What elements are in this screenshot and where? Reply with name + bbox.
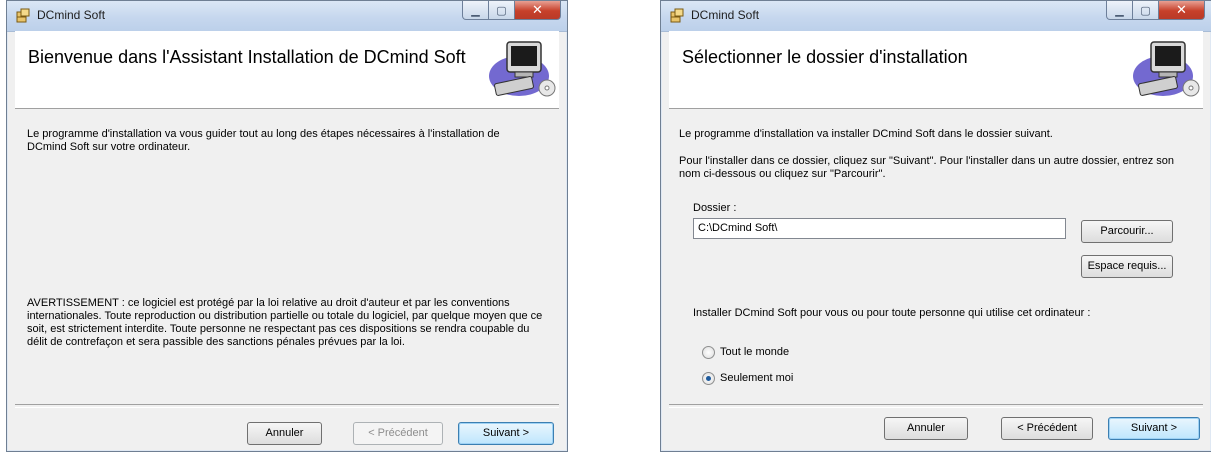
copyright-warning: AVERTISSEMENT : ce logiciel est protégé … [27,297,543,348]
minimize-button[interactable]: ▁ [462,1,489,20]
radio-just-me[interactable] [702,372,715,385]
page-title: Sélectionner le dossier d'installation [682,47,968,67]
close-icon: ✕ [532,2,543,17]
next-button[interactable]: Suivant > [458,422,554,445]
footer-divider [669,404,1203,408]
close-icon: ✕ [1176,2,1187,17]
close-button[interactable]: ✕ [515,1,561,20]
computer-setup-icon [1133,41,1200,97]
back-button[interactable]: < Précédent [1001,417,1093,440]
maximize-button[interactable]: ▢ [1133,1,1159,20]
install-for-label: Installer DCmind Soft pour vous ou pour … [693,307,1091,319]
intro-text: Le programme d'installation va vous guid… [27,128,500,153]
close-button[interactable]: ✕ [1159,1,1205,20]
folder-path-input[interactable]: C:\DCmind Soft\ [693,218,1066,239]
maximize-button[interactable]: ▢ [489,1,515,20]
welcome-dialog: DCmind Soft ▁ ▢ ✕ Bienvenue dans l'Assis… [6,0,568,452]
intro-text: Le programme d'installation va installer… [679,128,1053,140]
title-bar[interactable]: DCmind Soft ▁ ▢ ✕ [7,1,567,32]
install-folder-dialog: DCmind Soft ▁ ▢ ✕ Sélectionner le dossie… [660,0,1211,452]
radio-just-me-label[interactable]: Seulement moi [720,372,793,385]
cancel-button[interactable]: Annuler [884,417,968,440]
radio-everyone-label[interactable]: Tout le monde [720,346,789,359]
maximize-icon: ▢ [1140,4,1151,17]
cancel-button[interactable]: Annuler [247,422,322,445]
header-banner: Sélectionner le dossier d'installation [669,31,1203,109]
maximize-icon: ▢ [496,4,507,17]
minimize-button[interactable]: ▁ [1106,1,1133,20]
title-bar[interactable]: DCmind Soft ▁ ▢ ✕ [661,1,1211,32]
instructions-text: Pour l'installer dans ce dossier, clique… [679,155,1175,180]
minimize-icon: ▁ [471,4,480,17]
minimize-icon: ▁ [1115,4,1124,17]
back-button[interactable]: < Précédent [353,422,443,445]
header-banner: Bienvenue dans l'Assistant Installation … [15,31,559,109]
footer-divider [15,404,559,408]
computer-setup-icon [489,41,556,97]
browse-button[interactable]: Parcourir... [1081,220,1173,243]
page-title: Bienvenue dans l'Assistant Installation … [28,47,466,67]
installer-package-icon [16,8,30,23]
folder-label: Dossier : [693,202,737,214]
next-button[interactable]: Suivant > [1108,417,1200,440]
radio-everyone[interactable] [702,346,715,359]
disk-cost-button[interactable]: Espace requis... [1081,255,1173,278]
installer-package-icon [670,8,684,23]
window-title: DCmind Soft [37,8,106,22]
window-title: DCmind Soft [691,8,760,22]
